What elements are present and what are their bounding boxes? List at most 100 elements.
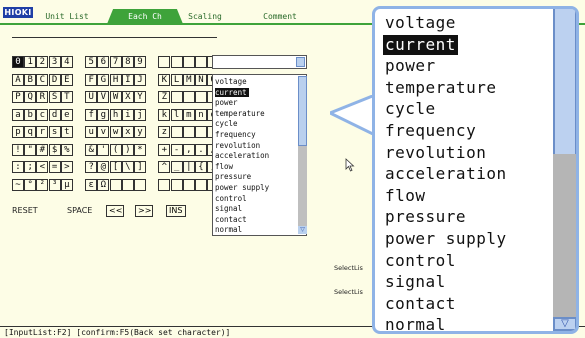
char-key[interactable]: $ — [48, 143, 61, 156]
char-key[interactable]: p — [12, 126, 24, 138]
tab-each-ch[interactable]: Each Ch — [107, 9, 183, 24]
char-key[interactable]: _ — [170, 161, 183, 173]
char-key[interactable]: ] — [134, 161, 146, 173]
char-key[interactable]: a — [12, 108, 24, 121]
char-key[interactable]: | — [182, 161, 195, 173]
char-key[interactable]: & — [85, 143, 98, 156]
char-key[interactable] — [109, 178, 122, 191]
char-key[interactable]: P — [12, 91, 24, 103]
char-key[interactable]: " — [24, 143, 37, 156]
char-key[interactable]: C — [36, 73, 49, 86]
char-key[interactable] — [195, 178, 207, 191]
char-key[interactable]: t — [60, 126, 73, 138]
char-key[interactable]: B — [24, 73, 37, 86]
list-item-flow[interactable]: flow — [215, 162, 233, 171]
char-key[interactable]: X — [121, 91, 134, 103]
char-key[interactable]: j — [134, 108, 146, 121]
char-key[interactable]: h — [109, 108, 122, 121]
char-key[interactable]: . — [195, 143, 207, 156]
char-key[interactable] — [170, 126, 183, 138]
char-key[interactable]: V — [97, 91, 110, 103]
char-key[interactable]: < — [36, 161, 49, 173]
char-key[interactable] — [121, 178, 134, 191]
char-key[interactable]: Z — [158, 91, 171, 103]
char-key[interactable]: 3 — [48, 56, 61, 68]
char-key[interactable] — [158, 56, 171, 68]
char-key[interactable]: 5 — [85, 56, 98, 68]
tab-scaling[interactable]: Scaling — [176, 9, 234, 24]
list-item-current[interactable]: current — [215, 87, 249, 97]
char-key[interactable]: Ω — [97, 178, 110, 191]
char-key[interactable]: 4 — [60, 56, 73, 68]
list-item-revolution[interactable]: revolution — [215, 141, 260, 150]
char-key[interactable]: ³ — [48, 178, 61, 191]
char-key[interactable]: Q — [24, 91, 37, 103]
char-key[interactable]: A — [12, 73, 24, 86]
char-key[interactable]: 8 — [121, 56, 134, 68]
char-key[interactable]: ; — [24, 161, 37, 173]
char-key[interactable]: W — [109, 91, 122, 103]
tab-unit-list[interactable]: Unit List — [38, 9, 96, 24]
char-key[interactable] — [195, 56, 207, 68]
list-item-frequency[interactable]: frequency — [215, 130, 256, 139]
char-key[interactable]: ) — [121, 143, 134, 156]
char-key[interactable] — [170, 178, 183, 191]
char-key[interactable]: > — [60, 161, 73, 173]
char-key[interactable]: ? — [85, 161, 98, 173]
list-item-power-supply[interactable]: power supply — [215, 183, 269, 192]
char-key[interactable]: T — [60, 91, 73, 103]
char-key[interactable]: N — [195, 73, 207, 86]
input-field-line[interactable] — [12, 37, 217, 38]
char-key[interactable]: R — [36, 91, 49, 103]
tab-comment[interactable]: Comment — [248, 9, 312, 24]
next-button[interactable]: >> — [135, 205, 153, 217]
char-key[interactable]: s — [48, 126, 61, 138]
char-key[interactable] — [170, 91, 183, 103]
list-item-contact[interactable]: contact — [215, 215, 247, 224]
char-key[interactable]: ° — [24, 178, 37, 191]
list-item-voltage[interactable]: voltage — [215, 77, 247, 86]
space-button[interactable]: SPACE — [67, 206, 92, 216]
char-key[interactable]: q — [24, 126, 37, 138]
char-key[interactable]: Y — [134, 91, 146, 103]
char-key[interactable]: n — [195, 108, 207, 121]
char-key[interactable]: + — [158, 143, 171, 156]
char-key[interactable] — [158, 178, 171, 191]
char-key[interactable] — [182, 91, 195, 103]
char-key[interactable]: [ — [109, 161, 122, 173]
char-key[interactable]: ² — [36, 178, 49, 191]
char-key[interactable] — [195, 126, 207, 138]
char-key[interactable]: # — [36, 143, 49, 156]
char-key[interactable]: ' — [97, 143, 110, 156]
char-key[interactable]: c — [36, 108, 49, 121]
char-key[interactable]: M — [182, 73, 195, 86]
char-key[interactable]: , — [182, 143, 195, 156]
char-key[interactable]: * — [134, 143, 146, 156]
list-item-power[interactable]: power — [215, 98, 238, 107]
char-key[interactable]: K — [158, 73, 171, 86]
char-key[interactable]: b — [24, 108, 37, 121]
char-key[interactable]: w — [109, 126, 122, 138]
char-key[interactable]: d — [48, 108, 61, 121]
char-key[interactable]: 0 — [12, 56, 24, 68]
char-key[interactable]: g — [97, 108, 110, 121]
list-item-cycle[interactable]: cycle — [215, 119, 238, 128]
char-key[interactable]: z — [158, 126, 171, 138]
insert-button[interactable]: INS — [166, 205, 186, 217]
char-key[interactable] — [170, 56, 183, 68]
char-key[interactable]: 7 — [109, 56, 122, 68]
char-key[interactable]: : — [12, 161, 24, 173]
list-item-pressure[interactable]: pressure — [215, 172, 251, 181]
char-key[interactable] — [182, 56, 195, 68]
char-key[interactable]: m — [182, 108, 195, 121]
char-key[interactable]: \ — [121, 161, 134, 173]
char-key[interactable]: = — [48, 161, 61, 173]
char-key[interactable]: U — [85, 91, 98, 103]
char-key[interactable]: y — [134, 126, 146, 138]
input-list-box[interactable]: voltage current power temperature cycle frequ… — [212, 74, 307, 236]
char-key[interactable]: - — [170, 143, 183, 156]
char-key[interactable]: r — [36, 126, 49, 138]
char-key[interactable]: F — [85, 73, 98, 86]
char-key[interactable]: i — [121, 108, 134, 121]
char-key[interactable]: S — [48, 91, 61, 103]
